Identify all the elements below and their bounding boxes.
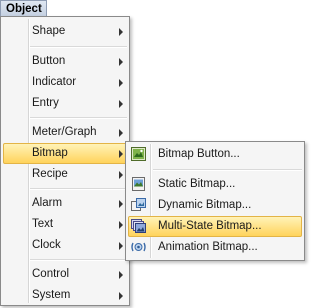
submenu-item-animation-bitmap[interactable]: Animation Bitmap...	[128, 237, 302, 258]
menu-item-label: System	[32, 289, 71, 301]
menu-item-label: Indicator	[32, 76, 77, 88]
submenu-item-multi-state-bitmap[interactable]: Multi-State Bitmap...	[128, 216, 302, 237]
menu-item-meter-graph[interactable]: Meter/Graph	[3, 122, 127, 143]
menubar-object-label: Object	[6, 3, 42, 15]
menu-item-label: Shape	[32, 25, 66, 37]
menu-item-label: Recipe	[32, 168, 68, 180]
submenu-arrow-icon	[119, 171, 123, 179]
menu-item-label: Control	[32, 268, 70, 280]
submenu-arrow-icon	[119, 79, 123, 87]
menu-separator	[30, 259, 127, 261]
menu-item-button[interactable]: Button	[3, 51, 127, 72]
submenu-arrow-icon	[119, 28, 123, 36]
menu-item-label: Clock	[32, 239, 61, 251]
menu-item-label: Alarm	[32, 197, 63, 209]
menu-item-label: Button	[32, 55, 66, 67]
menu-item-control[interactable]: Control	[3, 264, 127, 285]
menu-item-entry[interactable]: Entry	[3, 93, 127, 114]
submenu-arrow-icon	[119, 242, 123, 250]
menu-item-bitmap[interactable]: Bitmap	[3, 143, 127, 164]
menu-item-recipe[interactable]: Recipe	[3, 164, 127, 185]
menu-separator	[30, 188, 127, 190]
submenu-arrow-icon	[119, 150, 123, 158]
submenu-item-label: Animation Bitmap...	[158, 241, 258, 253]
menu-item-clock[interactable]: Clock	[3, 235, 127, 256]
menu-item-shape[interactable]: Shape	[3, 21, 127, 42]
menu-item-label: Text	[32, 218, 54, 230]
submenu-arrow-icon	[119, 100, 123, 108]
menu-separator	[30, 46, 127, 48]
submenu-item-label: Dynamic Bitmap...	[158, 199, 252, 211]
animation-bitmap-icon	[131, 240, 146, 254]
submenu-arrow-icon	[119, 292, 123, 300]
submenu-arrow-icon	[119, 129, 123, 137]
submenu-item-static-bitmap[interactable]: Static Bitmap...	[128, 174, 302, 195]
menu-item-label: Entry	[32, 97, 59, 109]
menu-item-label: Meter/Graph	[32, 126, 97, 138]
menu-item-text[interactable]: Text	[3, 214, 127, 235]
submenu-arrow-icon	[119, 221, 123, 229]
submenu-separator	[153, 169, 302, 171]
menu-item-indicator[interactable]: Indicator	[3, 72, 127, 93]
menubar-object[interactable]: Object	[0, 0, 47, 17]
menu-item-label: Bitmap	[32, 147, 68, 159]
submenu-item-dynamic-bitmap[interactable]: Dynamic Bitmap...	[128, 195, 302, 216]
menu-item-alarm[interactable]: Alarm	[3, 193, 127, 214]
static-bitmap-icon	[131, 177, 146, 191]
submenu-arrow-icon	[119, 271, 123, 279]
screen: Object Shape Button Indicator Entry Mete…	[0, 0, 306, 308]
submenu-item-bitmap-button[interactable]: Bitmap Button...	[128, 144, 302, 165]
submenu-arrow-icon	[119, 58, 123, 66]
submenu-item-label: Static Bitmap...	[158, 178, 236, 190]
menu-item-system[interactable]: System	[3, 285, 127, 306]
multi-state-bitmap-icon	[131, 219, 146, 233]
object-menu: Shape Button Indicator Entry Meter/Graph…	[0, 16, 130, 306]
menu-separator	[30, 117, 127, 119]
dynamic-bitmap-icon	[131, 198, 146, 212]
submenu-arrow-icon	[119, 200, 123, 208]
submenu-item-label: Multi-State Bitmap...	[158, 220, 262, 232]
bitmap-button-icon	[131, 147, 146, 161]
bitmap-submenu: Bitmap Button... Static Bitmap... Dynami…	[125, 141, 305, 261]
submenu-item-label: Bitmap Button...	[158, 148, 240, 160]
